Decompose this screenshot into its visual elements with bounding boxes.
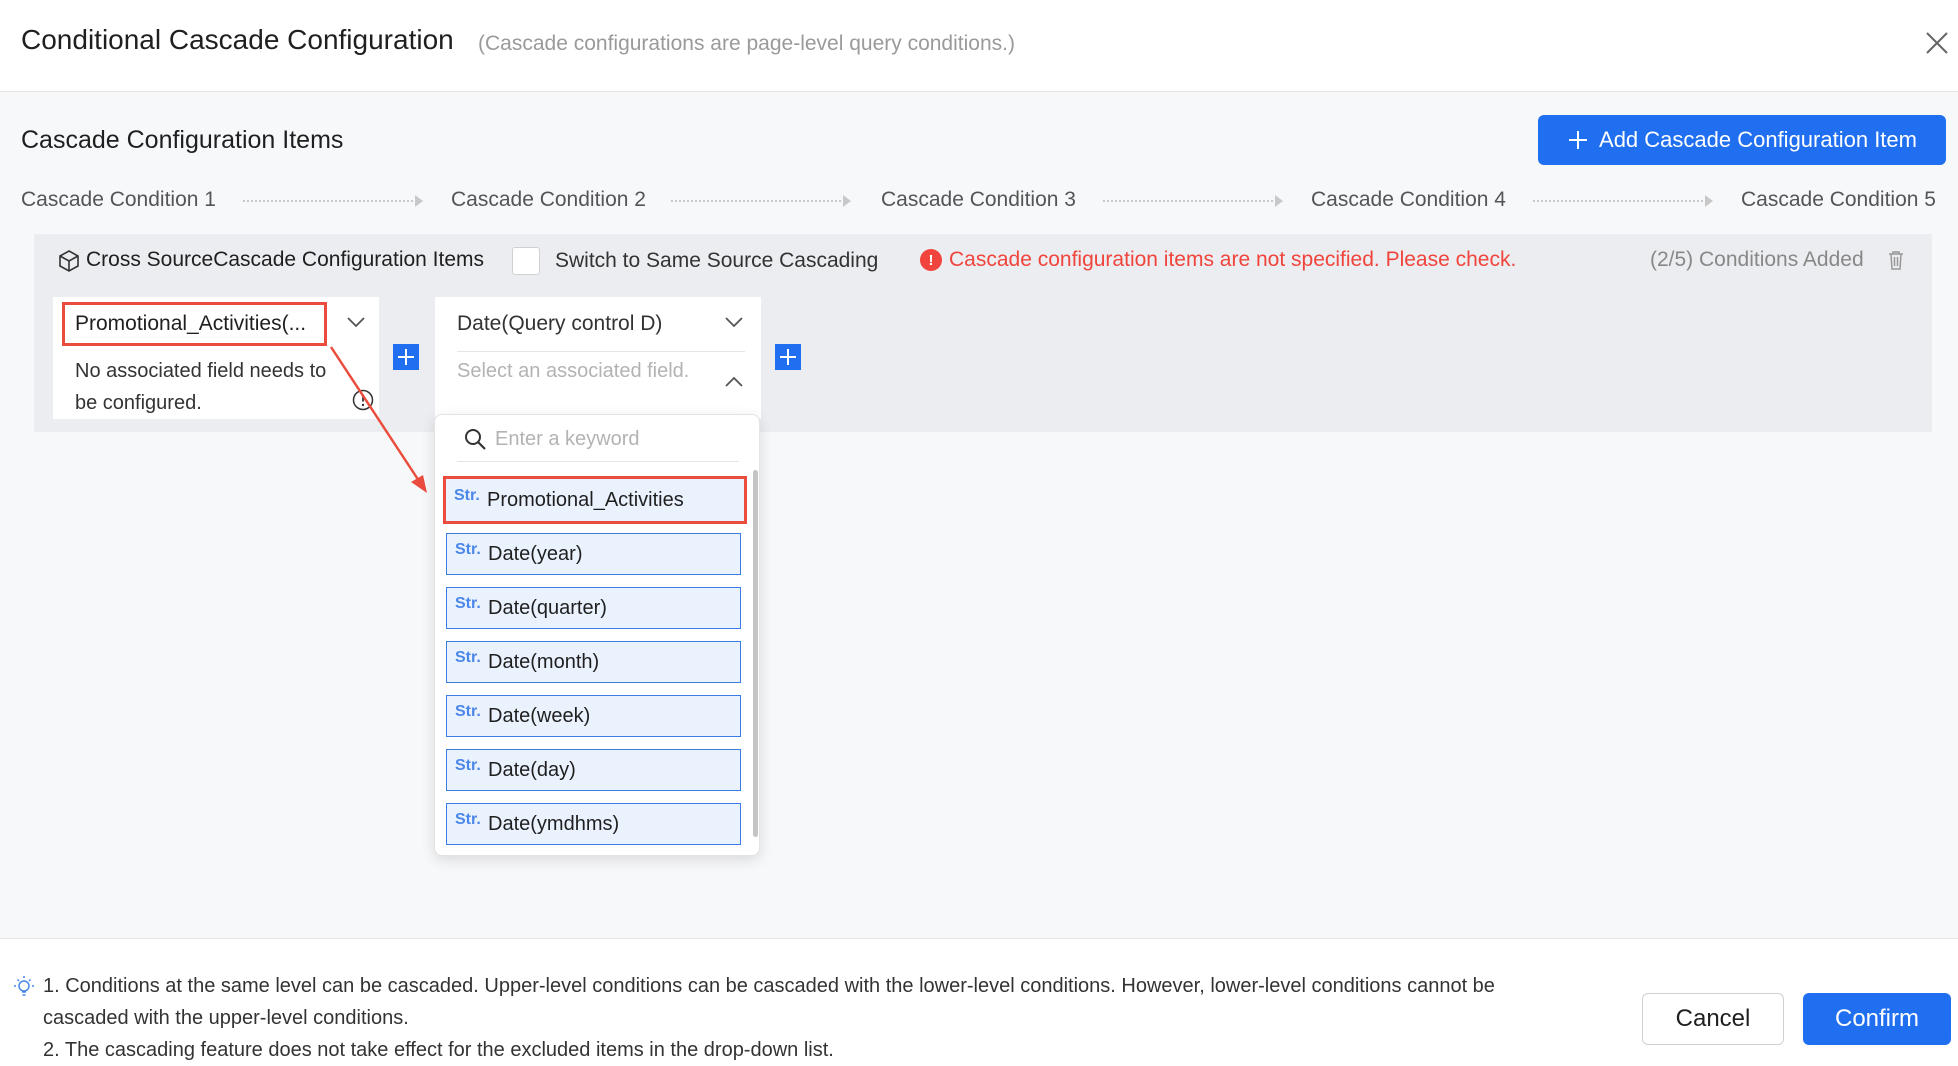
option-item[interactable]: Str. Date(week) — [446, 695, 741, 737]
string-type-icon: Str. — [455, 541, 481, 558]
error-message: Cascade configuration items are not spec… — [949, 248, 1517, 271]
search-icon — [465, 429, 486, 450]
condition-1-select[interactable]: Promotional_Activities(... — [62, 302, 327, 346]
cancel-button[interactable]: Cancel — [1642, 993, 1784, 1045]
tip-line: 2. The cascading feature does not take e… — [43, 1039, 834, 1061]
step-1: Cascade Condition 1 — [21, 188, 216, 211]
string-type-icon: Str. — [454, 487, 480, 504]
option-label: Date(day) — [488, 758, 576, 781]
same-source-checkbox[interactable] — [512, 247, 540, 275]
option-label: Date(month) — [488, 650, 600, 673]
option-item[interactable]: Str. Date(day) — [446, 749, 741, 791]
dialog-body: Cascade Configuration Items Add Cascade … — [0, 92, 1958, 938]
tip-line: 1. Conditions at the same level can be c… — [43, 975, 1495, 997]
associated-field-select[interactable]: Select an associated field. — [457, 355, 697, 387]
step-5: Cascade Condition 5 — [1741, 188, 1936, 211]
cascade-steps: Cascade Condition 1 Cascade Condition 2 … — [21, 184, 1947, 224]
search-input[interactable] — [495, 423, 725, 455]
option-item[interactable]: Str. Date(month) — [446, 641, 741, 683]
panel-header: Cross SourceCascade Configuration Items … — [34, 234, 1932, 288]
string-type-icon: Str. — [455, 649, 481, 666]
add-cascade-item-label: Add Cascade Configuration Item — [1599, 127, 1917, 152]
cube-icon — [59, 250, 79, 272]
panel-title: Cross SourceCascade Configuration Items — [86, 248, 485, 271]
option-item[interactable]: Str. Date(year) — [446, 533, 741, 575]
section-title: Cascade Configuration Items — [21, 126, 344, 154]
option-label: Promotional_Activities — [487, 488, 684, 511]
option-item[interactable]: Str. Promotional_Activities — [443, 476, 747, 524]
confirm-button[interactable]: Confirm — [1803, 993, 1951, 1045]
info-icon — [352, 389, 374, 411]
string-type-icon: Str. — [455, 595, 481, 612]
step-connector — [243, 195, 423, 210]
error-icon: ! — [920, 249, 942, 271]
add-condition-button[interactable] — [775, 344, 801, 370]
conditions-count: (2/5) Conditions Added — [1650, 248, 1864, 271]
add-cascade-item-button[interactable]: Add Cascade Configuration Item — [1538, 115, 1946, 165]
option-item[interactable]: Str. Date(ymdhms) — [446, 803, 741, 845]
chevron-down-icon[interactable] — [346, 315, 366, 329]
step-2: Cascade Condition 2 — [451, 188, 646, 211]
associated-field-dropdown: Str. Promotional_Activities Str. Date(ye… — [434, 414, 760, 856]
string-type-icon: Str. — [455, 757, 481, 774]
divider — [457, 461, 739, 462]
string-type-icon: Str. — [455, 811, 481, 828]
chevron-up-icon[interactable] — [724, 375, 744, 389]
condition-1-note: No associated field needs to be configur… — [75, 360, 327, 414]
plus-icon — [398, 349, 414, 365]
plus-icon — [780, 349, 796, 365]
divider — [457, 351, 745, 352]
option-label: Date(ymdhms) — [488, 812, 620, 835]
add-condition-button[interactable] — [393, 344, 419, 370]
dialog-footer: 1. Conditions at the same level can be c… — [0, 938, 1958, 1066]
option-item[interactable]: Str. Date(quarter) — [446, 587, 741, 629]
tip-line: cascaded with the upper-level conditions… — [43, 1007, 409, 1029]
close-icon — [1926, 32, 1948, 54]
condition-2-select[interactable]: Date(Query control D) — [457, 312, 662, 336]
close-button[interactable] — [1920, 26, 1954, 60]
chevron-down-icon[interactable] — [724, 315, 744, 329]
string-type-icon: Str. — [455, 703, 481, 720]
step-4: Cascade Condition 4 — [1311, 188, 1506, 211]
step-connector — [1103, 195, 1283, 210]
lightbulb-icon — [14, 976, 34, 996]
cascade-config-panel: Cross SourceCascade Configuration Items … — [34, 234, 1932, 432]
dialog-header: Conditional Cascade Configuration (Casca… — [0, 0, 1958, 92]
option-label: Date(year) — [488, 542, 583, 565]
dropdown-scrollbar[interactable] — [753, 470, 758, 837]
same-source-label[interactable]: Switch to Same Source Cascading — [555, 249, 878, 273]
step-connector — [1533, 195, 1713, 210]
step-connector — [671, 195, 851, 210]
trash-icon[interactable] — [1886, 249, 1906, 271]
step-3: Cascade Condition 3 — [881, 188, 1076, 211]
condition-2-card: Date(Query control D) Select an associat… — [435, 297, 761, 419]
dialog-title: Conditional Cascade Configuration — [21, 24, 454, 55]
option-label: Date(week) — [488, 704, 591, 727]
plus-icon — [1569, 131, 1588, 149]
dialog-subtitle: (Cascade configurations are page-level q… — [478, 32, 1015, 55]
option-label: Date(quarter) — [488, 596, 607, 619]
condition-1-card: Promotional_Activities(... No associated… — [53, 297, 379, 419]
